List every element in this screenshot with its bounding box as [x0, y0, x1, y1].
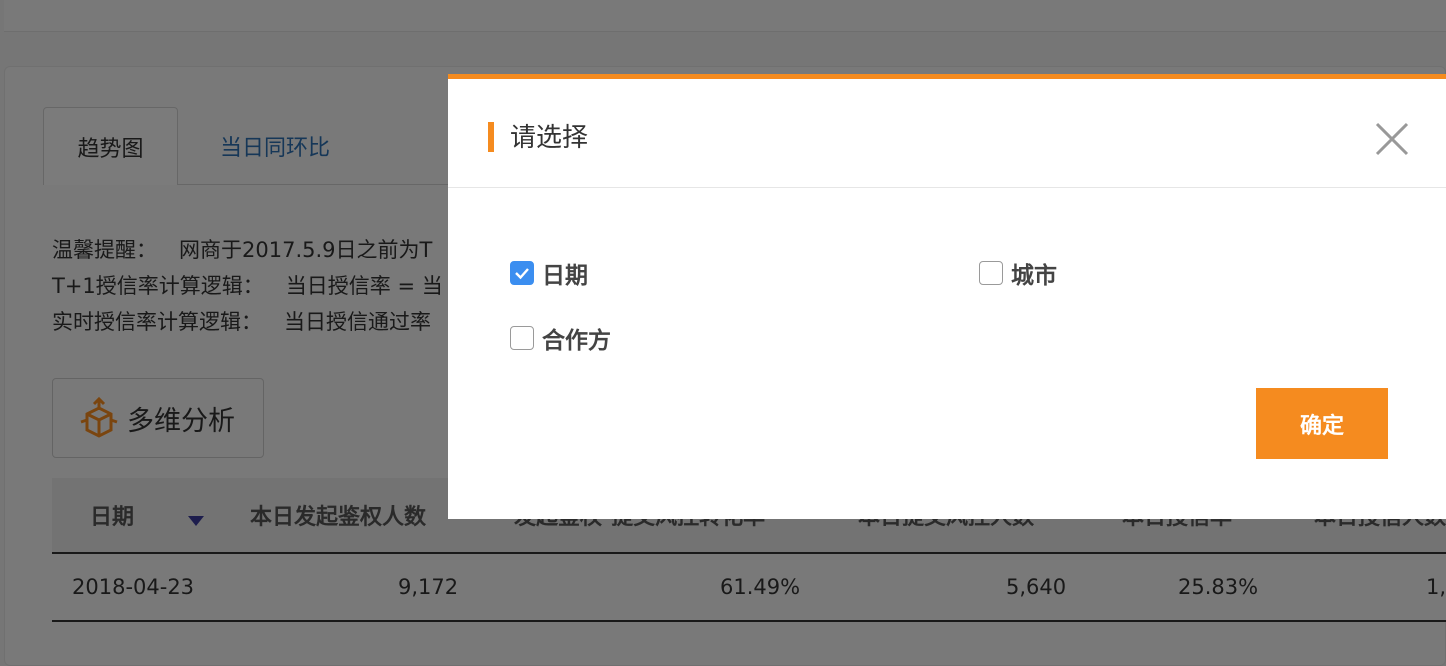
- option-partner[interactable]: 合作方: [510, 321, 611, 355]
- dialog-header: 请选择: [448, 79, 1446, 188]
- title-accent-bar: [488, 122, 494, 152]
- option-city[interactable]: 城市: [979, 256, 1057, 290]
- check-icon: [515, 268, 529, 280]
- option-date[interactable]: 日期: [510, 256, 588, 290]
- checkbox-date[interactable]: [510, 261, 534, 285]
- option-city-label: 城市: [1011, 263, 1057, 289]
- option-partner-label: 合作方: [542, 328, 611, 354]
- checkbox-city[interactable]: [979, 261, 1003, 285]
- dialog-title: 请选择: [510, 123, 589, 153]
- select-dialog: 请选择 日期 城市 合作方 确定: [448, 74, 1446, 519]
- checkbox-partner[interactable]: [510, 326, 534, 350]
- close-icon[interactable]: [1372, 119, 1412, 159]
- confirm-button[interactable]: 确定: [1256, 388, 1388, 459]
- option-date-label: 日期: [542, 263, 588, 289]
